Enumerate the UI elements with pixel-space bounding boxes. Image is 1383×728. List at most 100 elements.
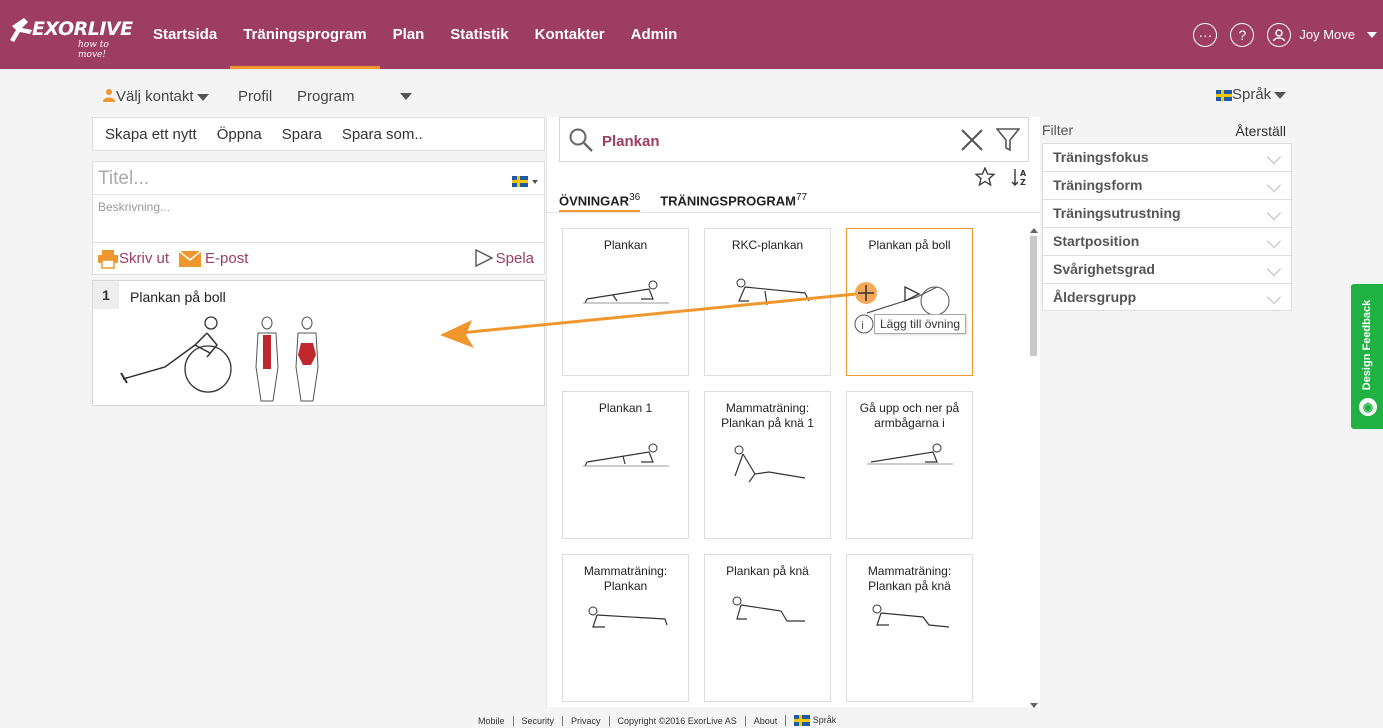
filter-traningsform[interactable]: Träningsform (1042, 171, 1292, 199)
scroll-down-icon[interactable] (1030, 703, 1038, 708)
program-editor: Skapa ett nytt Öppna Spara Spara som.. T… (92, 117, 545, 406)
program-actions: Skriv ut E-post Spela (92, 243, 545, 275)
footer-link-about[interactable]: About (744, 715, 786, 726)
print-button[interactable]: Skriv ut (97, 249, 169, 269)
exercise-card-title: Mammaträning: Plankan på knä (867, 564, 952, 593)
result-tabs: ÖVNINGAR36 TRÄNINGSPROGRAM77 (559, 192, 827, 212)
tab-ovningar-count: 36 (629, 192, 641, 203)
help-icon[interactable]: ? (1230, 22, 1255, 47)
language-caret-icon (1274, 91, 1287, 99)
exercise-thumbnail (867, 443, 953, 465)
language-label: Språk (1232, 86, 1272, 103)
favorite-star-icon[interactable] (975, 167, 995, 187)
create-new-button[interactable]: Skapa ett nytt (105, 126, 197, 143)
scroll-up-icon[interactable] (1030, 228, 1038, 233)
title-language-selector[interactable] (512, 173, 538, 191)
search-icon (569, 128, 593, 152)
play-label: Spela (495, 249, 534, 267)
top-icons: ··· ? Joy Move (1193, 0, 1383, 69)
exercise-card-title: Mammaträning: Plankan (583, 564, 668, 593)
user-menu[interactable]: Joy Move (1267, 22, 1377, 47)
nav-admin[interactable]: Admin (618, 0, 691, 69)
program-link[interactable]: Program (297, 88, 355, 105)
filter-svarighetsgrad[interactable]: Svårighetsgrad (1042, 255, 1292, 283)
scroll-thumb[interactable] (1030, 236, 1037, 356)
results-scrollbar[interactable] (1027, 228, 1040, 708)
tab-traningsprogram[interactable]: TRÄNINGSPROGRAM77 (660, 192, 807, 212)
design-feedback-tab[interactable]: Design Feedback ◉ (1351, 284, 1383, 429)
feedback-icon: ◉ (1359, 398, 1377, 416)
logo-brand-text: EXORLIVE (32, 18, 133, 40)
selected-exercise-item[interactable]: 1 Plankan på boll (92, 280, 545, 406)
exercise-card-title: Mammaträning: Plankan på knä 1 (721, 401, 814, 430)
footer-link-mobile[interactable]: Mobile (470, 716, 513, 726)
exercise-card[interactable]: Gå upp och ner på armbågarna i (846, 391, 973, 539)
exercise-card[interactable]: Mammaträning: Plankan på knä 1 (704, 391, 831, 539)
save-button[interactable]: Spara (282, 126, 322, 143)
tab-ovningar[interactable]: ÖVNINGAR36 (559, 192, 641, 212)
footer-language-label: Språk (812, 714, 837, 725)
footer-language[interactable]: Språk (785, 714, 844, 727)
profile-link[interactable]: Profil (238, 88, 272, 105)
exercise-thumbnail (734, 445, 806, 483)
reset-filter-button[interactable]: Återställ (1235, 123, 1286, 139)
exercise-card-highlighted[interactable]: Plankan på boll (846, 228, 973, 376)
exercise-thumbnail (866, 285, 950, 316)
exercise-name: Plankan på boll (130, 289, 226, 305)
exercise-card[interactable]: Plankan 1 (562, 391, 689, 539)
nav-startsida[interactable]: Startsida (140, 0, 230, 69)
exercise-card[interactable]: Mammaträning: Plankan på knä (846, 554, 973, 702)
nav-traningsprogram[interactable]: Träningsprogram (230, 0, 380, 69)
chevron-down-icon (1266, 289, 1282, 305)
exercise-card[interactable]: Plankan (562, 228, 689, 376)
email-button[interactable]: E-post (179, 250, 248, 267)
nav-kontakter[interactable]: Kontakter (522, 0, 618, 69)
language-selector[interactable]: Språk (1216, 86, 1287, 103)
filter-startposition[interactable]: Startposition (1042, 227, 1292, 255)
title-input[interactable]: Titel... (98, 168, 149, 190)
exercise-card[interactable]: Mammaträning: Plankan (562, 554, 689, 702)
nav-statistik[interactable]: Statistik (437, 0, 521, 69)
exercise-illustration (120, 316, 319, 402)
filter-item-label: Träningsutrustning (1053, 205, 1181, 221)
tab-divider (547, 212, 1040, 213)
play-button[interactable]: Spela (474, 249, 534, 267)
save-as-button[interactable]: Spara som.. (342, 126, 423, 143)
title-divider (93, 194, 544, 195)
chevron-down-icon (1266, 233, 1282, 249)
top-navigation-bar: EXORLIVE how to move! Startsida Tränings… (0, 0, 1383, 69)
exercise-thumbnail (583, 443, 669, 467)
contact-person-icon (103, 89, 115, 102)
description-input[interactable]: Beskrivning... (98, 200, 170, 214)
nav-plan[interactable]: Plan (380, 0, 438, 69)
exorlive-logo[interactable]: EXORLIVE how to move! (10, 14, 135, 60)
filter-icon[interactable] (996, 128, 1020, 152)
exercise-thumbnail (872, 604, 950, 628)
chevron-down-icon (1266, 149, 1282, 165)
exercise-search-panel: Plankan AZ ÖVNINGAR36 TRÄNINGSPROGRAM77 … (546, 117, 1040, 708)
chevron-down-icon (1266, 205, 1282, 221)
email-label: E-post (205, 250, 249, 267)
footer-copyright: Copyright ©2016 ExorLive AS (608, 715, 745, 726)
clear-search-icon[interactable] (960, 128, 984, 152)
sort-az-icon[interactable]: AZ (1011, 167, 1031, 187)
exercise-card[interactable]: RKC-plankan (704, 228, 831, 376)
print-label: Skriv ut (119, 250, 170, 267)
filter-traningsutrustning[interactable]: Träningsutrustning (1042, 199, 1292, 227)
chat-icon[interactable]: ··· (1193, 22, 1218, 47)
exercise-card-title: RKC-plankan (731, 238, 804, 252)
exercise-card[interactable]: Plankan på knä (704, 554, 831, 702)
open-button[interactable]: Öppna (217, 126, 262, 143)
filter-list: Träningsfokus Träningsform Träningsutrus… (1042, 143, 1292, 311)
exercise-card-title: Plankan (603, 238, 648, 252)
select-contact[interactable]: Välj kontakt (102, 88, 209, 105)
exercise-thumbnail (736, 278, 810, 306)
filter-aldersgrupp[interactable]: Åldersgrupp (1042, 283, 1292, 311)
footer-link-privacy[interactable]: Privacy (562, 715, 609, 726)
program-caret-icon[interactable] (397, 87, 412, 104)
search-input[interactable]: Plankan (602, 133, 660, 150)
filter-item-label: Svårighetsgrad (1053, 261, 1155, 277)
search-box[interactable]: Plankan (559, 117, 1029, 162)
filter-traningsfokus[interactable]: Träningsfokus (1042, 143, 1292, 171)
footer-link-security[interactable]: Security (512, 715, 563, 726)
